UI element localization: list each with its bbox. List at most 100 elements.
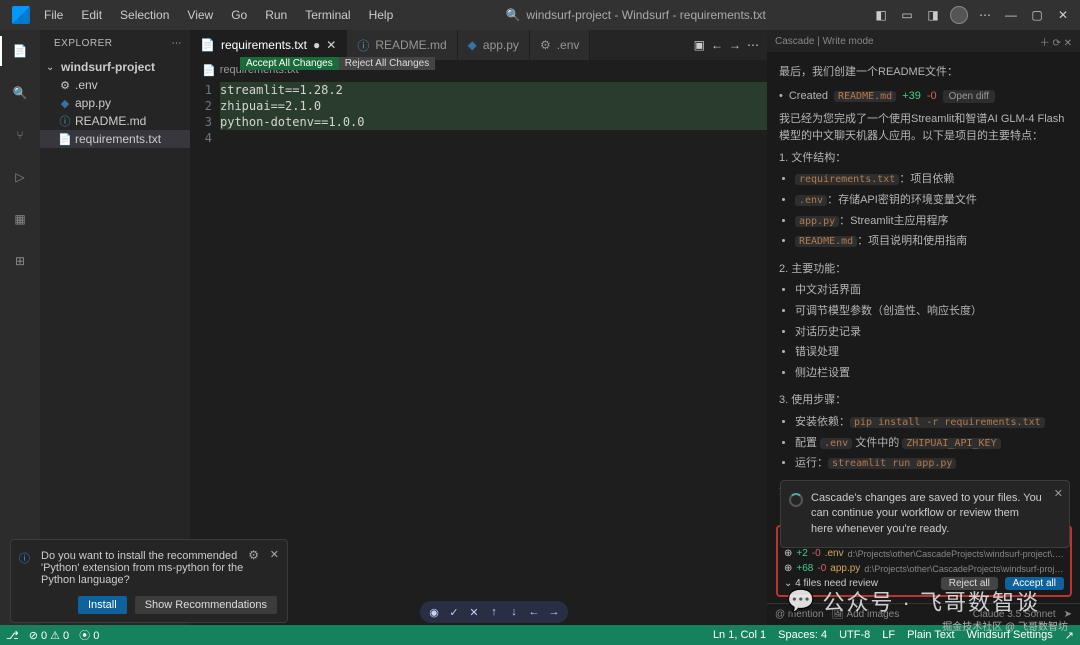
cascade-summary: 我已经为您完成了一个使用Streamlit和智谱AI GLM-4 Flash模型…: [779, 111, 1068, 146]
show-recommendations-button[interactable]: Show Recommendations: [135, 596, 277, 614]
code-line: zhipuai==2.1.0: [220, 98, 767, 114]
add-images-button[interactable]: 🖼 Add images: [832, 609, 900, 620]
sidebar-header: Explorer ⋯: [40, 30, 190, 56]
change-row[interactable]: ⊕ +2-0 .env d:\Projects\other\CascadePro…: [782, 546, 1066, 561]
file-name: app.py: [75, 96, 111, 110]
open-diff-button[interactable]: Open diff: [943, 90, 995, 103]
encoding[interactable]: UTF-8: [839, 629, 870, 642]
tab-env[interactable]: ⚙ .env: [530, 30, 590, 60]
floating-toolbar[interactable]: ◉ ✓ ✕ ↑ ↓ ← →: [420, 601, 568, 623]
status-ports[interactable]: ⦿ 0: [79, 627, 99, 643]
mention-icon[interactable]: @ mention: [775, 609, 824, 620]
refresh-icon[interactable]: ⟳: [1052, 38, 1060, 49]
layout-full-icon[interactable]: [948, 4, 970, 26]
tab-label: .env: [557, 38, 580, 52]
minimize-icon[interactable]: —: [1000, 4, 1022, 26]
gear-icon[interactable]: ⚙: [248, 548, 259, 562]
app-logo-icon: [12, 6, 30, 24]
maximize-icon[interactable]: ▢: [1026, 4, 1048, 26]
settings-icon[interactable]: ⋯: [974, 4, 996, 26]
check-icon[interactable]: ✓: [446, 604, 462, 620]
chevron-down-icon: ⌄: [46, 62, 58, 73]
compare-icon[interactable]: ▣: [694, 38, 705, 52]
eol[interactable]: LF: [882, 629, 895, 642]
close-notification-icon[interactable]: ✕: [1054, 487, 1063, 502]
gutter: 1234: [190, 82, 220, 146]
remote-icon[interactable]: ⎇: [6, 629, 19, 642]
close-tab-icon[interactable]: ✕: [326, 38, 336, 52]
status-errors[interactable]: ⊘ 0 ⚠ 0: [29, 629, 69, 642]
down-icon[interactable]: ↓: [506, 604, 522, 620]
file-icon: ◆: [58, 97, 72, 110]
file-item-requirements[interactable]: 📄 requirements.txt: [40, 130, 190, 148]
notification-text: Cascade's changes are saved to your file…: [811, 492, 1042, 535]
info-icon: ⓘ: [19, 550, 30, 566]
close-icon[interactable]: ✕: [1052, 4, 1074, 26]
up-icon[interactable]: ↑: [486, 604, 502, 620]
indentation[interactable]: Spaces: 4: [778, 629, 827, 642]
cursor-position[interactable]: Ln 1, Col 1: [713, 629, 766, 642]
section-heading: 1. 文件结构：: [779, 150, 1068, 168]
source-control-icon[interactable]: ⑂: [5, 120, 35, 150]
layout-sidebar-icon[interactable]: ◧: [870, 4, 892, 26]
editor-area: 📄 requirements.txt ● ✕ ⓘ README.md ◆ app…: [190, 30, 767, 625]
tab-requirements[interactable]: 📄 requirements.txt ● ✕: [190, 30, 347, 60]
expand-icon[interactable]: ⊕: [784, 548, 792, 559]
tab-bar: 📄 requirements.txt ● ✕ ⓘ README.md ◆ app…: [190, 30, 767, 60]
right-icon[interactable]: →: [546, 604, 562, 620]
layout-panel-icon[interactable]: ▭: [896, 4, 918, 26]
prev-icon[interactable]: ←: [711, 38, 723, 52]
menu-view[interactable]: View: [179, 4, 221, 26]
title-right: ◧ ▭ ◨ ⋯ — ▢ ✕: [870, 4, 1074, 26]
next-icon[interactable]: →: [729, 38, 741, 52]
code-line: [220, 130, 767, 146]
cascade-activity-icon[interactable]: ⊞: [5, 246, 35, 276]
more-icon[interactable]: ⋯: [747, 38, 759, 52]
file-icon: ⚙: [58, 79, 72, 92]
search-activity-icon[interactable]: 🔍: [5, 78, 35, 108]
title-center[interactable]: 🔍 windsurf-project - Windsurf - requirem…: [401, 8, 870, 22]
x-icon[interactable]: ✕: [466, 604, 482, 620]
code-editor[interactable]: 1234 streamlit==1.28.2 zhipuai==2.1.0 py…: [190, 80, 767, 146]
extension-popup: ⓘ ⚙ ✕ Do you want to install the recomme…: [10, 539, 288, 623]
file-item-app[interactable]: ◆ app.py: [40, 94, 190, 112]
explorer-icon[interactable]: 📄: [5, 36, 35, 66]
accept-all-button[interactable]: Accept All Changes: [240, 57, 339, 70]
menu-edit[interactable]: Edit: [73, 4, 110, 26]
tab-app[interactable]: ◆ app.py: [458, 30, 530, 60]
menu-selection[interactable]: Selection: [112, 4, 177, 26]
extensions-icon[interactable]: ▦: [5, 204, 35, 234]
code-lines: streamlit==1.28.2 zhipuai==2.1.0 python-…: [220, 82, 767, 146]
file-item-env[interactable]: ⚙ .env: [40, 76, 190, 94]
file-icon: ⚙: [540, 38, 551, 52]
run-debug-icon[interactable]: ▷: [5, 162, 35, 192]
menu-run[interactable]: Run: [257, 4, 295, 26]
reject-all-button[interactable]: Reject all: [941, 577, 998, 590]
play-icon[interactable]: ◉: [426, 604, 442, 620]
file-icon: ⓘ: [357, 37, 369, 54]
install-button[interactable]: Install: [78, 596, 127, 614]
layout-sidebar-right-icon[interactable]: ◨: [922, 4, 944, 26]
more-icon[interactable]: ⋯: [172, 38, 183, 49]
file-item-readme[interactable]: ⓘ README.md: [40, 112, 190, 130]
root-folder[interactable]: ⌄ windsurf-project: [40, 58, 190, 76]
section-list: requirements.txt：项目依赖 .env：存储API密钥的环境变量文…: [795, 171, 1068, 250]
expand-icon[interactable]: ⊕: [784, 563, 792, 574]
menu-go[interactable]: Go: [223, 4, 255, 26]
tab-label: README.md: [375, 38, 446, 52]
tab-readme[interactable]: ⓘ README.md: [347, 30, 457, 60]
diff-actions: Accept All Changes Reject All Changes: [240, 57, 435, 70]
close-panel-icon[interactable]: ✕: [1064, 38, 1072, 49]
lines-removed: -0: [927, 90, 937, 102]
menu-terminal[interactable]: Terminal: [297, 4, 358, 26]
section-heading: 2. 主要功能：: [779, 261, 1068, 279]
reject-all-button[interactable]: Reject All Changes: [339, 57, 436, 70]
close-popup-icon[interactable]: ✕: [270, 548, 279, 561]
left-icon[interactable]: ←: [526, 604, 542, 620]
change-row[interactable]: ⊕ +68-0 app.py d:\Projects\other\Cascade…: [782, 561, 1066, 576]
accept-all-button[interactable]: Accept all: [1005, 577, 1064, 590]
file-icon: 📄: [58, 133, 72, 146]
menu-help[interactable]: Help: [361, 4, 402, 26]
new-chat-icon[interactable]: ＋: [1040, 38, 1050, 49]
menu-file[interactable]: File: [36, 4, 71, 26]
